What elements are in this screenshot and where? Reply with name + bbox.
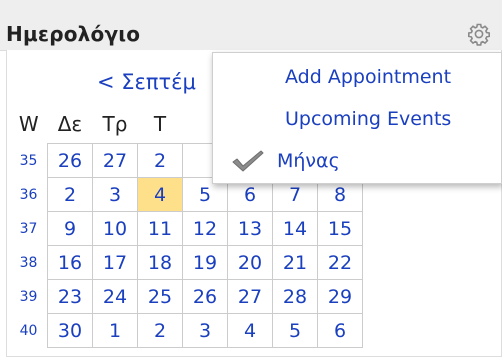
day-cell[interactable]: 24 bbox=[92, 279, 138, 314]
week-row: 40 30 1 2 3 4 5 6 bbox=[10, 313, 363, 348]
day-cell[interactable]: 26 bbox=[182, 279, 228, 314]
week-number-header: W bbox=[18, 112, 39, 137]
week-number[interactable]: 37 bbox=[10, 212, 48, 246]
day-cell[interactable]: 17 bbox=[92, 245, 138, 280]
calendar-widget: Ημερολόγιο < Σεπτέμ W Δε Τρ Τ 35 26 27 2… bbox=[0, 0, 502, 358]
week-row: 39 23 24 25 26 27 28 29 bbox=[10, 279, 363, 314]
widget-header: Ημερολόγιο bbox=[0, 0, 502, 51]
day-cell[interactable]: 28 bbox=[272, 279, 318, 314]
week-number[interactable]: 40 bbox=[10, 314, 48, 348]
day-cell[interactable]: 11 bbox=[137, 211, 183, 246]
widget-title: Ημερολόγιο bbox=[6, 22, 141, 46]
menu-item-upcoming-events[interactable]: Upcoming Events bbox=[213, 99, 501, 139]
day-cell[interactable]: 14 bbox=[272, 211, 318, 246]
day-cell[interactable]: 12 bbox=[182, 211, 228, 246]
day-cell[interactable]: 1 bbox=[92, 313, 138, 348]
day-cell[interactable]: 3 bbox=[92, 177, 138, 212]
day-cell[interactable]: 15 bbox=[317, 211, 363, 246]
week-number[interactable]: 36 bbox=[10, 178, 48, 212]
day-cell[interactable]: 2 bbox=[137, 313, 183, 348]
menu-item-label: Add Appointment bbox=[285, 66, 452, 88]
day-cell[interactable]: 22 bbox=[317, 245, 363, 280]
day-cell[interactable]: 4 bbox=[227, 313, 273, 348]
day-cell[interactable]: 27 bbox=[92, 143, 138, 178]
week-number[interactable]: 39 bbox=[10, 280, 48, 314]
day-cell[interactable]: 10 bbox=[92, 211, 138, 246]
day-cell[interactable]: 9 bbox=[47, 211, 93, 246]
day-cell[interactable]: 18 bbox=[137, 245, 183, 280]
day-cell-today[interactable]: 4 bbox=[137, 177, 183, 212]
week-number[interactable]: 38 bbox=[10, 246, 48, 280]
day-cell[interactable]: 3 bbox=[182, 313, 228, 348]
day-cell[interactable]: 30 bbox=[47, 313, 93, 348]
settings-dropdown-menu: Add Appointment Upcoming Events Μήνας bbox=[212, 52, 502, 184]
menu-item-add-appointment[interactable]: Add Appointment bbox=[213, 57, 501, 97]
day-cell[interactable]: 16 bbox=[47, 245, 93, 280]
weekday-header: Τρ bbox=[102, 112, 128, 136]
checkmark-icon bbox=[231, 149, 265, 173]
day-cell[interactable]: 21 bbox=[272, 245, 318, 280]
day-cell[interactable]: 25 bbox=[137, 279, 183, 314]
gear-icon[interactable] bbox=[467, 22, 491, 46]
previous-month-link[interactable]: < Σεπτέμ bbox=[97, 70, 196, 94]
day-cell[interactable]: 27 bbox=[227, 279, 273, 314]
week-number[interactable]: 35 bbox=[10, 144, 48, 178]
day-cell[interactable]: 26 bbox=[47, 143, 93, 178]
day-cell[interactable]: 19 bbox=[182, 245, 228, 280]
day-cell[interactable]: 5 bbox=[272, 313, 318, 348]
day-cell[interactable]: 2 bbox=[47, 177, 93, 212]
day-cell[interactable]: 6 bbox=[317, 313, 363, 348]
week-row: 37 9 10 11 12 13 14 15 bbox=[10, 211, 363, 246]
menu-item-label: Upcoming Events bbox=[285, 108, 452, 130]
day-cell[interactable]: 23 bbox=[47, 279, 93, 314]
day-cell[interactable]: 2 bbox=[137, 143, 183, 178]
menu-item-month-view[interactable]: Μήνας bbox=[213, 141, 501, 181]
day-cell[interactable]: 29 bbox=[317, 279, 363, 314]
day-cell[interactable]: 13 bbox=[227, 211, 273, 246]
day-cell[interactable]: 20 bbox=[227, 245, 273, 280]
weekday-header: Δε bbox=[57, 112, 83, 136]
menu-item-label: Μήνας bbox=[277, 150, 340, 172]
weekday-header: Τ bbox=[153, 112, 167, 136]
week-row: 38 16 17 18 19 20 21 22 bbox=[10, 245, 363, 280]
